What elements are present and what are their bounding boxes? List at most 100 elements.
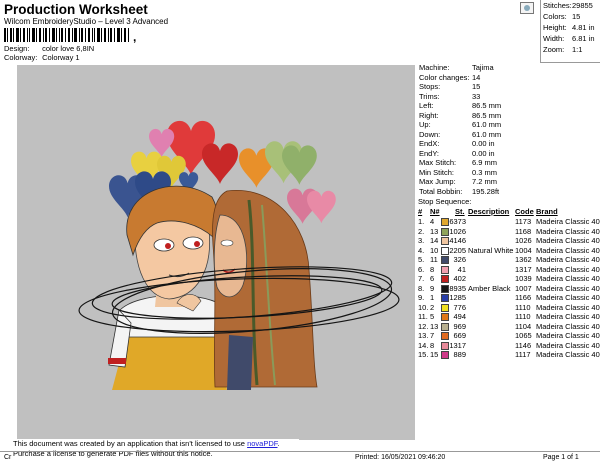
stitch-count: 969 (453, 321, 466, 331)
thread-brand: Madeira Classic 40 (536, 274, 600, 283)
colorway-value: Colorway 1 (42, 53, 80, 62)
needle-number: 13 (430, 226, 439, 236)
thread-brand: Madeira Classic 40 (536, 350, 600, 359)
row-number: 13. (418, 331, 429, 340)
embroidery-design-image (78, 120, 400, 390)
table-row: 15. 15 889 1117 Madeira Classic 40 (416, 350, 600, 359)
stat-colors: Colors: 15 (543, 12, 581, 21)
thread-code: 1026 (515, 236, 532, 245)
thread-brand: Madeira Classic 40 (536, 312, 600, 321)
info-trims: Trims: 33 (419, 91, 481, 101)
stat-width: Width: 6.81 in (543, 34, 595, 43)
thread-code: 1173 (515, 217, 532, 226)
design-stats: Stitches:29855 Colors: 15 Height: 4.81 in … (540, 0, 600, 63)
thread-code: 1104 (515, 321, 532, 331)
stitch-count: 1026 (449, 226, 466, 236)
table-row: 7. 6 402 1039 Madeira Classic 40 (416, 274, 600, 283)
design-label: Design: (4, 44, 30, 53)
thread-color-swatch (441, 303, 449, 312)
table-row: 5. 11 326 1362 Madeira Classic 40 (416, 255, 600, 264)
stitch-count: 889 (453, 350, 466, 359)
design-row: Design: color love 6,8IN (4, 44, 94, 53)
thread-color-swatch (441, 341, 449, 350)
table-row: 12. 13 969 1104 Madeira Classic 40 (416, 322, 600, 331)
thread-color-swatch (441, 284, 449, 293)
row-number: 12. (418, 321, 429, 331)
stitch-count: 1285 (449, 293, 466, 302)
row-number: 6. (418, 264, 425, 274)
table-row: 4. 10 2205 Natural White 1004 Madeira Classic… (416, 246, 600, 255)
colorway-label: Colorway: (4, 53, 38, 62)
needle-number: 8 (430, 340, 435, 350)
thread-color-swatch (441, 218, 449, 226)
info-right: Right: 86.5 mm (419, 110, 502, 120)
thread-brand: Madeira Classic 40 (536, 302, 600, 312)
table-row: 8. 9 8935 Amber Black 1007 Madeira Classic 40 (416, 284, 600, 293)
table-row: 10. 2 776 1110 Madeira Classic 40 (416, 303, 600, 312)
thread-code: 1110 (515, 302, 531, 312)
thread-brand: Madeira Classic 40 (536, 255, 600, 264)
table-row: 2. 13 1026 1168 Madeira Classic 40 (416, 227, 600, 236)
info-max-jump: Max Jump: 7.2 mm (419, 177, 498, 186)
thread-code: 1166 (515, 293, 532, 302)
info-max-stitch: Max Stitch: 6.9 mm (419, 158, 498, 167)
table-row: 6. 8 41 1317 Madeira Classic 40 (416, 265, 600, 274)
stitch-count: 776 (453, 302, 466, 312)
needle-number: 1 (430, 293, 435, 302)
table-row: 11. 5 494 1110 Madeira Classic 40 (416, 312, 600, 321)
thread-code: 1146 (515, 340, 532, 350)
design-value: color love 6,8IN (42, 44, 95, 53)
thread-brand: Madeira Classic 40 (536, 245, 600, 255)
thread-code: 1039 (515, 274, 532, 283)
thread-code: 1007 (515, 283, 532, 293)
thread-brand: Madeira Classic 40 (536, 293, 600, 302)
col-header-st: St. (455, 207, 465, 216)
thread-brand: Madeira Classic 40 (536, 217, 600, 226)
notice-line1: This document was created by an applicat… (13, 439, 248, 448)
row-number: 5. (418, 255, 425, 264)
info-endy: EndY: 0.00 in (419, 148, 495, 158)
thread-code: 1004 (515, 245, 532, 255)
footer-left: Cr (4, 454, 12, 461)
thread-code: 1117 (515, 350, 531, 359)
page-number: Page 1 of 1 (543, 454, 579, 461)
barcode-suffix: , (133, 30, 137, 44)
table-row: 1. 4 6373 1173 Madeira Classic 40 (416, 217, 600, 226)
row-number: 11. (418, 312, 428, 321)
info-left: Left: 86.5 mm (419, 101, 502, 110)
colorway-row: Colorway: Colorway 1 (4, 53, 80, 62)
thread-description: Natural White (468, 245, 514, 255)
needle-number: 5 (430, 312, 435, 321)
info-up: Up: 61.0 mm (419, 120, 502, 129)
thread-code: 1317 (515, 264, 532, 274)
info-total-bobbin: Total Bobbin: 195.28ft (419, 186, 500, 196)
table-row: 9. 1 1285 1166 Madeira Classic 40 (416, 293, 600, 302)
page-footer: Cr Printed: 16/05/2021 09:46:20 Page 1 o… (0, 451, 600, 465)
boy-figure (108, 185, 232, 390)
thread-color-swatch (441, 313, 449, 321)
thread-color-swatch (441, 227, 449, 236)
info-down: Down: 61.0 mm (419, 129, 502, 139)
row-number: 9. (418, 293, 425, 302)
thread-color-swatch (441, 322, 449, 331)
row-number: 3. (418, 236, 425, 245)
thread-description: Amber Black (468, 283, 511, 293)
novapdf-link[interactable]: novaPDF (247, 439, 277, 448)
printed-timestamp: Printed: 16/05/2021 09:46:20 (355, 454, 446, 461)
needle-number: 7 (430, 331, 435, 340)
row-number: 1. (418, 217, 425, 226)
table-row: 14. 8 1317 1146 Madeira Classic 40 (416, 341, 600, 350)
stat-zoom: Zoom: 1:1 (543, 45, 583, 54)
thread-brand: Madeira Classic 40 (536, 340, 600, 350)
needle-number: 14 (430, 236, 439, 245)
thread-code: 1168 (515, 226, 532, 236)
software-subtitle: Wilcom EmbroideryStudio – Level 3 Advanc… (4, 17, 169, 26)
stat-stitches: Stitches:29855 (543, 1, 593, 10)
col-header-description: Description (468, 207, 510, 216)
stitch-count: 402 (453, 274, 466, 283)
needle-number: 6 (430, 274, 435, 283)
design-preview (17, 65, 415, 440)
thread-brand: Madeira Classic 40 (536, 283, 600, 293)
col-header-num: # (418, 207, 423, 216)
row-number: 7. (418, 274, 425, 283)
